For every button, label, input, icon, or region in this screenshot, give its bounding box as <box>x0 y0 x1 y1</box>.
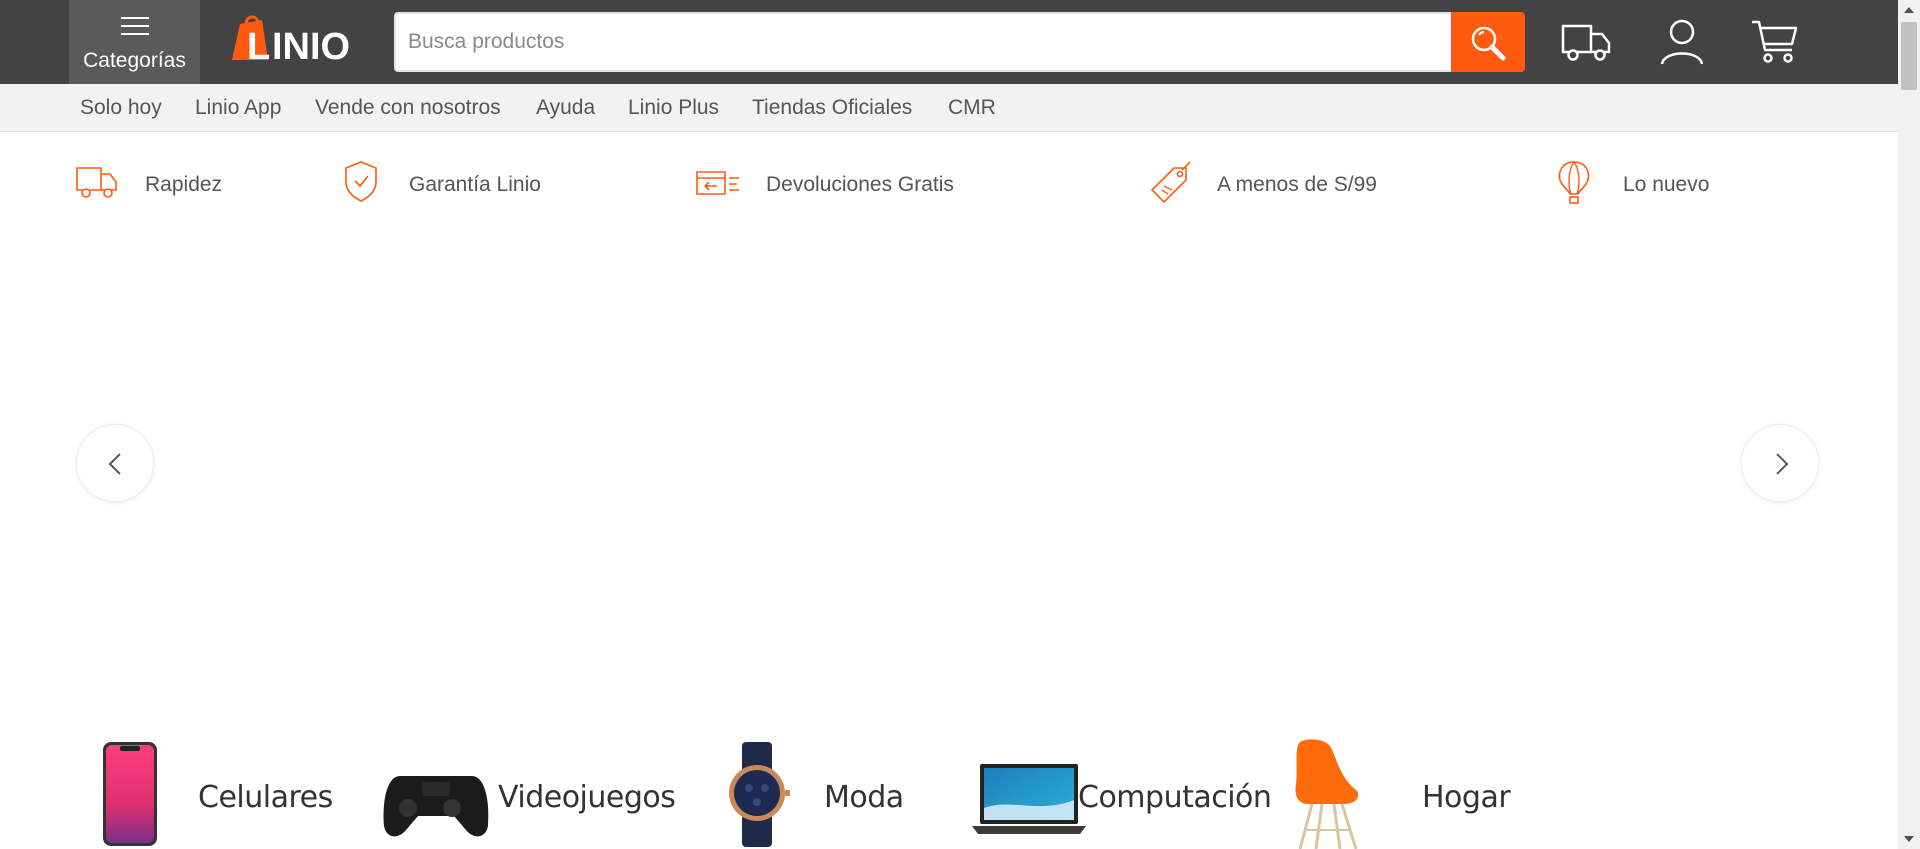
category-label: Moda <box>824 780 904 815</box>
search-button[interactable] <box>1451 12 1525 72</box>
benefit-label: A menos de S/99 <box>1217 173 1377 196</box>
benefit-garantia[interactable]: Garantía Linio <box>343 160 563 210</box>
svg-text:L: L <box>247 26 270 66</box>
linio-logo-mark: L INIO <box>232 15 350 68</box>
nav-solo-hoy[interactable]: Solo hoy <box>80 96 162 120</box>
carousel-next-button[interactable] <box>1741 424 1819 502</box>
category-computacion[interactable]: Computación <box>970 738 1272 849</box>
benefit-label: Devoluciones Gratis <box>766 173 954 196</box>
category-hogar[interactable]: Hogar <box>1286 738 1516 849</box>
search-input[interactable] <box>394 12 1452 72</box>
user-icon <box>1660 19 1704 65</box>
category-videojuegos[interactable]: Videojuegos <box>380 738 676 849</box>
chair-icon <box>1295 739 1359 849</box>
nav-tiendas-oficiales[interactable]: Tiendas Oficiales <box>752 96 912 120</box>
benefit-label: Lo nuevo <box>1623 173 1710 196</box>
hamburger-icon <box>121 17 149 35</box>
category-celulares[interactable]: Celulares <box>96 738 336 849</box>
truck-icon <box>1561 24 1611 61</box>
nav-cmr[interactable]: CMR <box>948 96 996 120</box>
cart-icon <box>1752 20 1798 63</box>
shield-check-icon <box>345 161 377 202</box>
hot-air-balloon-icon <box>1558 161 1590 204</box>
triangle-up-icon <box>1904 7 1914 13</box>
benefit-label: Garantía Linio <box>409 173 541 196</box>
category-label: Celulares <box>198 780 333 815</box>
gamepad-icon <box>383 776 489 837</box>
category-label: Computación <box>1078 780 1272 815</box>
benefit-lo-nuevo[interactable]: Lo nuevo <box>1556 160 1756 210</box>
price-tag-icon <box>1150 161 1191 204</box>
benefit-rapidez[interactable]: Rapidez <box>75 160 255 210</box>
nav-ayuda[interactable]: Ayuda <box>536 96 595 120</box>
category-label: Videojuegos <box>498 780 676 815</box>
laptop-icon <box>972 764 1086 834</box>
nav-linio-app[interactable]: Linio App <box>195 96 281 120</box>
nav-linio-plus[interactable]: Linio Plus <box>628 96 719 120</box>
chevron-right-icon <box>1776 453 1789 475</box>
nav-vende-con-nosotros[interactable]: Vende con nosotros <box>315 96 501 120</box>
category-label: Hogar <box>1422 780 1511 815</box>
linio-logo[interactable]: L INIO <box>232 14 370 68</box>
search-icon <box>1471 26 1506 61</box>
chevron-left-icon <box>108 453 121 475</box>
scroll-thumb[interactable] <box>1901 22 1917 90</box>
svg-text:INIO: INIO <box>272 26 350 66</box>
wristwatch-icon <box>729 742 790 847</box>
top-header: Categorías L INIO <box>0 0 1898 84</box>
carousel-prev-button[interactable] <box>76 424 154 502</box>
account-button[interactable] <box>1656 18 1708 66</box>
smartphone-icon <box>103 742 157 846</box>
delivery-tracking-button[interactable] <box>1560 18 1612 66</box>
benefit-label: Rapidez <box>145 173 223 196</box>
triangle-down-icon <box>1904 836 1914 842</box>
benefit-a-menos-de[interactable]: A menos de S/99 <box>1150 160 1450 210</box>
cart-button[interactable] <box>1750 18 1802 66</box>
category-moda[interactable]: Moda <box>722 738 922 849</box>
return-box-icon <box>696 171 739 195</box>
truck-icon <box>76 167 117 198</box>
categories-menu-button[interactable]: Categorías <box>69 0 200 84</box>
scroll-up-button[interactable] <box>1898 0 1920 20</box>
page-scrollbar[interactable] <box>1898 0 1920 849</box>
search-bar <box>394 12 1525 72</box>
scroll-down-button[interactable] <box>1898 829 1920 849</box>
categories-label: Categorías <box>83 49 186 72</box>
secondary-nav: Solo hoy Linio App Vende con nosotros Ay… <box>0 84 1898 132</box>
benefit-devoluciones[interactable]: Devoluciones Gratis <box>695 160 995 210</box>
